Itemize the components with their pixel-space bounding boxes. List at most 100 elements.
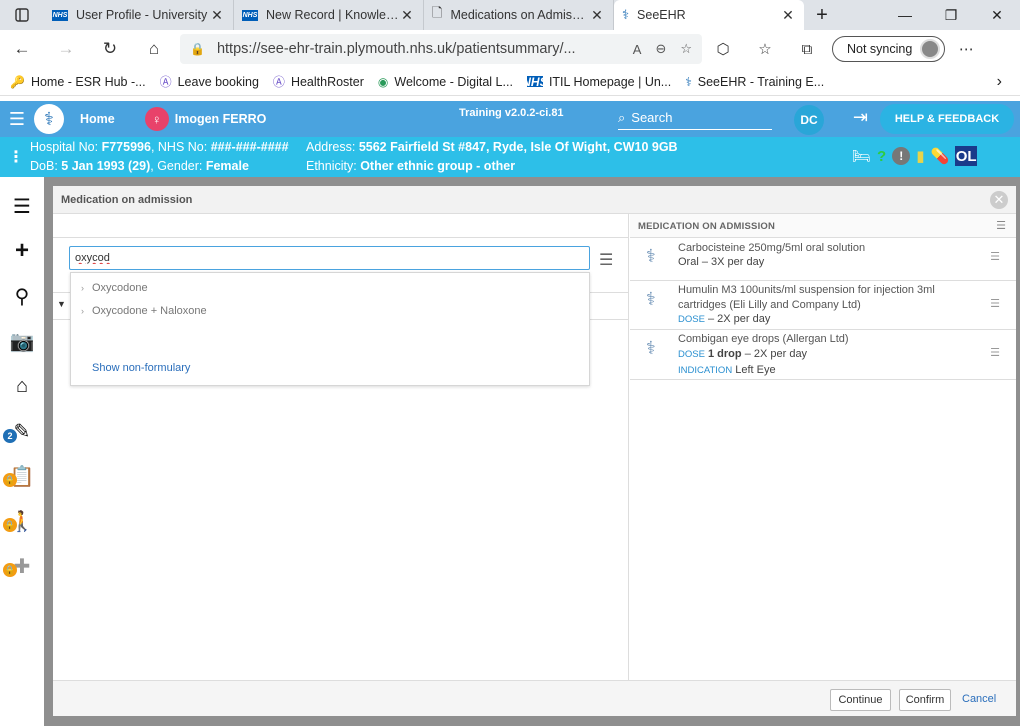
add-icon[interactable]: +: [0, 234, 44, 268]
medication-list-header: MEDICATION ON ADMISSION ☰: [630, 214, 1016, 238]
seeehr-logo-icon[interactable]: ⚕: [34, 104, 64, 134]
drag-handle-icon[interactable]: ☰: [990, 297, 1000, 310]
logout-icon[interactable]: ⇥: [853, 107, 868, 128]
back-icon[interactable]: ←: [0, 30, 44, 68]
collections-icon[interactable]: ⧉: [786, 41, 828, 58]
patient-name[interactable]: Imogen FERRO: [175, 112, 267, 126]
zoom-icon[interactable]: ⊖: [655, 41, 666, 57]
ol-badge[interactable]: OL: [955, 146, 978, 166]
tab-title: New Record | Knowledge: [266, 8, 399, 22]
close-tab-icon[interactable]: ✕: [589, 7, 605, 24]
continue-button[interactable]: Continue: [830, 689, 891, 711]
forward-icon[interactable]: →: [44, 30, 88, 68]
address-line: Address: 5562 Fairfield St #847, Ryde, I…: [306, 140, 678, 154]
suggestion-item[interactable]: › Oxycodone: [81, 282, 148, 294]
drag-handle-icon[interactable]: ☰: [990, 346, 1000, 359]
patient-banner: ⋮ Hospital No: F775996, NHS No: ###-###-…: [0, 137, 1020, 177]
medication-search-pane: ▼ ☰ › Oxycodone › Oxycodone + Naloxone S…: [53, 214, 629, 680]
digital-icon: ◉: [377, 74, 389, 89]
suggestion-item[interactable]: › Oxycodone + Naloxone: [81, 305, 207, 317]
url-field[interactable]: 🔒 https://see-ehr-train.plymouth.nhs.uk/…: [180, 34, 702, 64]
more-vertical-icon[interactable]: ⋮: [8, 147, 24, 167]
browser-tab-strip: NHS User Profile - University ✕ NHS New …: [0, 0, 1020, 30]
close-tab-icon[interactable]: ✕: [780, 7, 796, 24]
pill-icon[interactable]: 💊: [930, 147, 949, 165]
lock-icon: 🔒: [3, 518, 17, 532]
indication-value: Left Eye: [735, 364, 776, 376]
list-menu-icon[interactable]: ☰: [996, 219, 1006, 232]
chevron-right-icon[interactable]: ›: [997, 73, 1002, 91]
show-non-formulary-link[interactable]: Show non-formulary: [92, 362, 190, 374]
bookmark-label: HealthRoster: [290, 74, 364, 89]
version-label: Training v2.0.2-ci.81: [459, 107, 564, 119]
profile-sync-button[interactable]: Not syncing: [832, 36, 946, 62]
home-icon[interactable]: ⌂: [132, 30, 176, 68]
refresh-icon[interactable]: ↻: [88, 30, 132, 68]
camera-icon[interactable]: 📷: [0, 324, 44, 358]
list-item[interactable]: ⚕ Humulin M3 100units/ml suspension for …: [630, 281, 1016, 330]
question-icon[interactable]: ?: [877, 148, 886, 165]
caret-down-icon[interactable]: ▼: [57, 299, 66, 309]
medication-icon: ⚕: [646, 289, 656, 309]
list-item[interactable]: ⚕ Carbocisteine 250mg/5ml oral solution …: [630, 238, 1016, 281]
close-tab-icon[interactable]: ✕: [399, 7, 415, 24]
extensions-icon[interactable]: ⬡: [702, 40, 744, 58]
hospital-number: F775996: [101, 140, 151, 154]
list-icon[interactable]: ☰: [0, 189, 44, 223]
list-menu-icon[interactable]: ☰: [599, 250, 613, 270]
url-text: https://see-ehr-train.plymouth.nhs.uk/pa…: [216, 41, 576, 57]
tab-actions-icon[interactable]: [0, 0, 44, 30]
home-link[interactable]: Home: [80, 112, 115, 126]
battery-icon[interactable]: ▮: [916, 147, 924, 165]
close-window-icon[interactable]: ✕: [974, 0, 1020, 30]
modal-header: Medication on admission ✕: [53, 186, 1016, 214]
favorites-icon[interactable]: ☆: [744, 40, 786, 58]
user-avatar[interactable]: DC: [794, 105, 824, 135]
ethnicity-line: Ethnicity: Other ethnic group - other: [306, 159, 516, 173]
medication-list-pane: MEDICATION ON ADMISSION ☰ ⚕ Carbocistein…: [630, 214, 1016, 680]
suggestion-dropdown: › Oxycodone › Oxycodone + Naloxone Show …: [70, 272, 590, 386]
ehr-search-field[interactable]: ⌕ Search: [618, 106, 772, 130]
sync-label: Not syncing: [847, 42, 913, 56]
dob-gender-line: DoB: 5 Jan 1993 (29), Gender: Female: [30, 159, 249, 173]
restore-icon[interactable]: ❐: [928, 0, 974, 30]
seeehr-icon: ⚕: [622, 7, 630, 22]
close-icon[interactable]: ✕: [990, 191, 1008, 209]
address-bar: ← → ↻ ⌂ 🔒 https://see-ehr-train.plymouth…: [0, 30, 1020, 68]
pane-subheader: [53, 214, 629, 238]
bookmark-label: Welcome - Digital L...: [394, 74, 513, 89]
stethoscope-icon[interactable]: ⚲: [0, 279, 44, 313]
bookmark-healthroster[interactable]: Ⓐ HealthRoster: [273, 73, 364, 90]
bed-icon[interactable]: 🛏: [852, 147, 871, 165]
cancel-button[interactable]: Cancel: [962, 693, 996, 705]
medication-search-input[interactable]: [69, 246, 590, 270]
new-tab-button[interactable]: +: [804, 0, 840, 30]
browser-tab-user-profile[interactable]: NHS User Profile - University ✕: [44, 0, 234, 30]
bookmark-leave-booking[interactable]: Ⓐ Leave booking: [160, 73, 259, 90]
browser-tab-new-record[interactable]: NHS New Record | Knowledge ✕: [234, 0, 424, 30]
suggestion-label: Oxycodone + Naloxone: [92, 305, 207, 317]
nhs-icon: NHS: [242, 9, 258, 21]
read-aloud-icon[interactable]: A: [633, 42, 642, 57]
menu-icon[interactable]: ☰: [0, 109, 34, 130]
window-controls: — ❐ ✕: [882, 0, 1020, 30]
bookmark-itil[interactable]: NHS ITIL Homepage | Un...: [522, 75, 671, 89]
list-item[interactable]: ⚕ Combigan eye drops (Allergan Ltd) DOSE…: [630, 330, 1016, 380]
alert-icon[interactable]: !: [892, 147, 911, 165]
medication-name: Combigan eye drops (Allergan Ltd): [678, 333, 849, 345]
favorite-add-icon[interactable]: ☆: [680, 41, 692, 57]
bookmark-seeehr[interactable]: ⚕ SeeEHR - Training E...: [685, 75, 824, 89]
browser-tab-seeehr[interactable]: ⚕ SeeEHR ✕: [614, 0, 804, 30]
help-feedback-button[interactable]: HELP & FEEDBACK: [880, 104, 1014, 134]
a-icon: Ⓐ: [159, 75, 172, 89]
drag-handle-icon[interactable]: ☰: [990, 250, 1000, 263]
home-plus-icon[interactable]: ⌂: [0, 369, 44, 403]
avatar: [920, 39, 941, 59]
bookmark-digital[interactable]: ◉ Welcome - Digital L...: [378, 75, 513, 89]
more-options-icon[interactable]: ⋯: [945, 40, 987, 58]
minimize-icon[interactable]: —: [882, 0, 928, 30]
confirm-button[interactable]: Confirm: [899, 689, 951, 711]
bookmark-esr-hub[interactable]: 🔑 Home - ESR Hub -...: [10, 75, 146, 89]
browser-tab-medications[interactable]: 🗋 Medications on Admission ✕: [424, 0, 614, 30]
close-tab-icon[interactable]: ✕: [209, 7, 225, 24]
